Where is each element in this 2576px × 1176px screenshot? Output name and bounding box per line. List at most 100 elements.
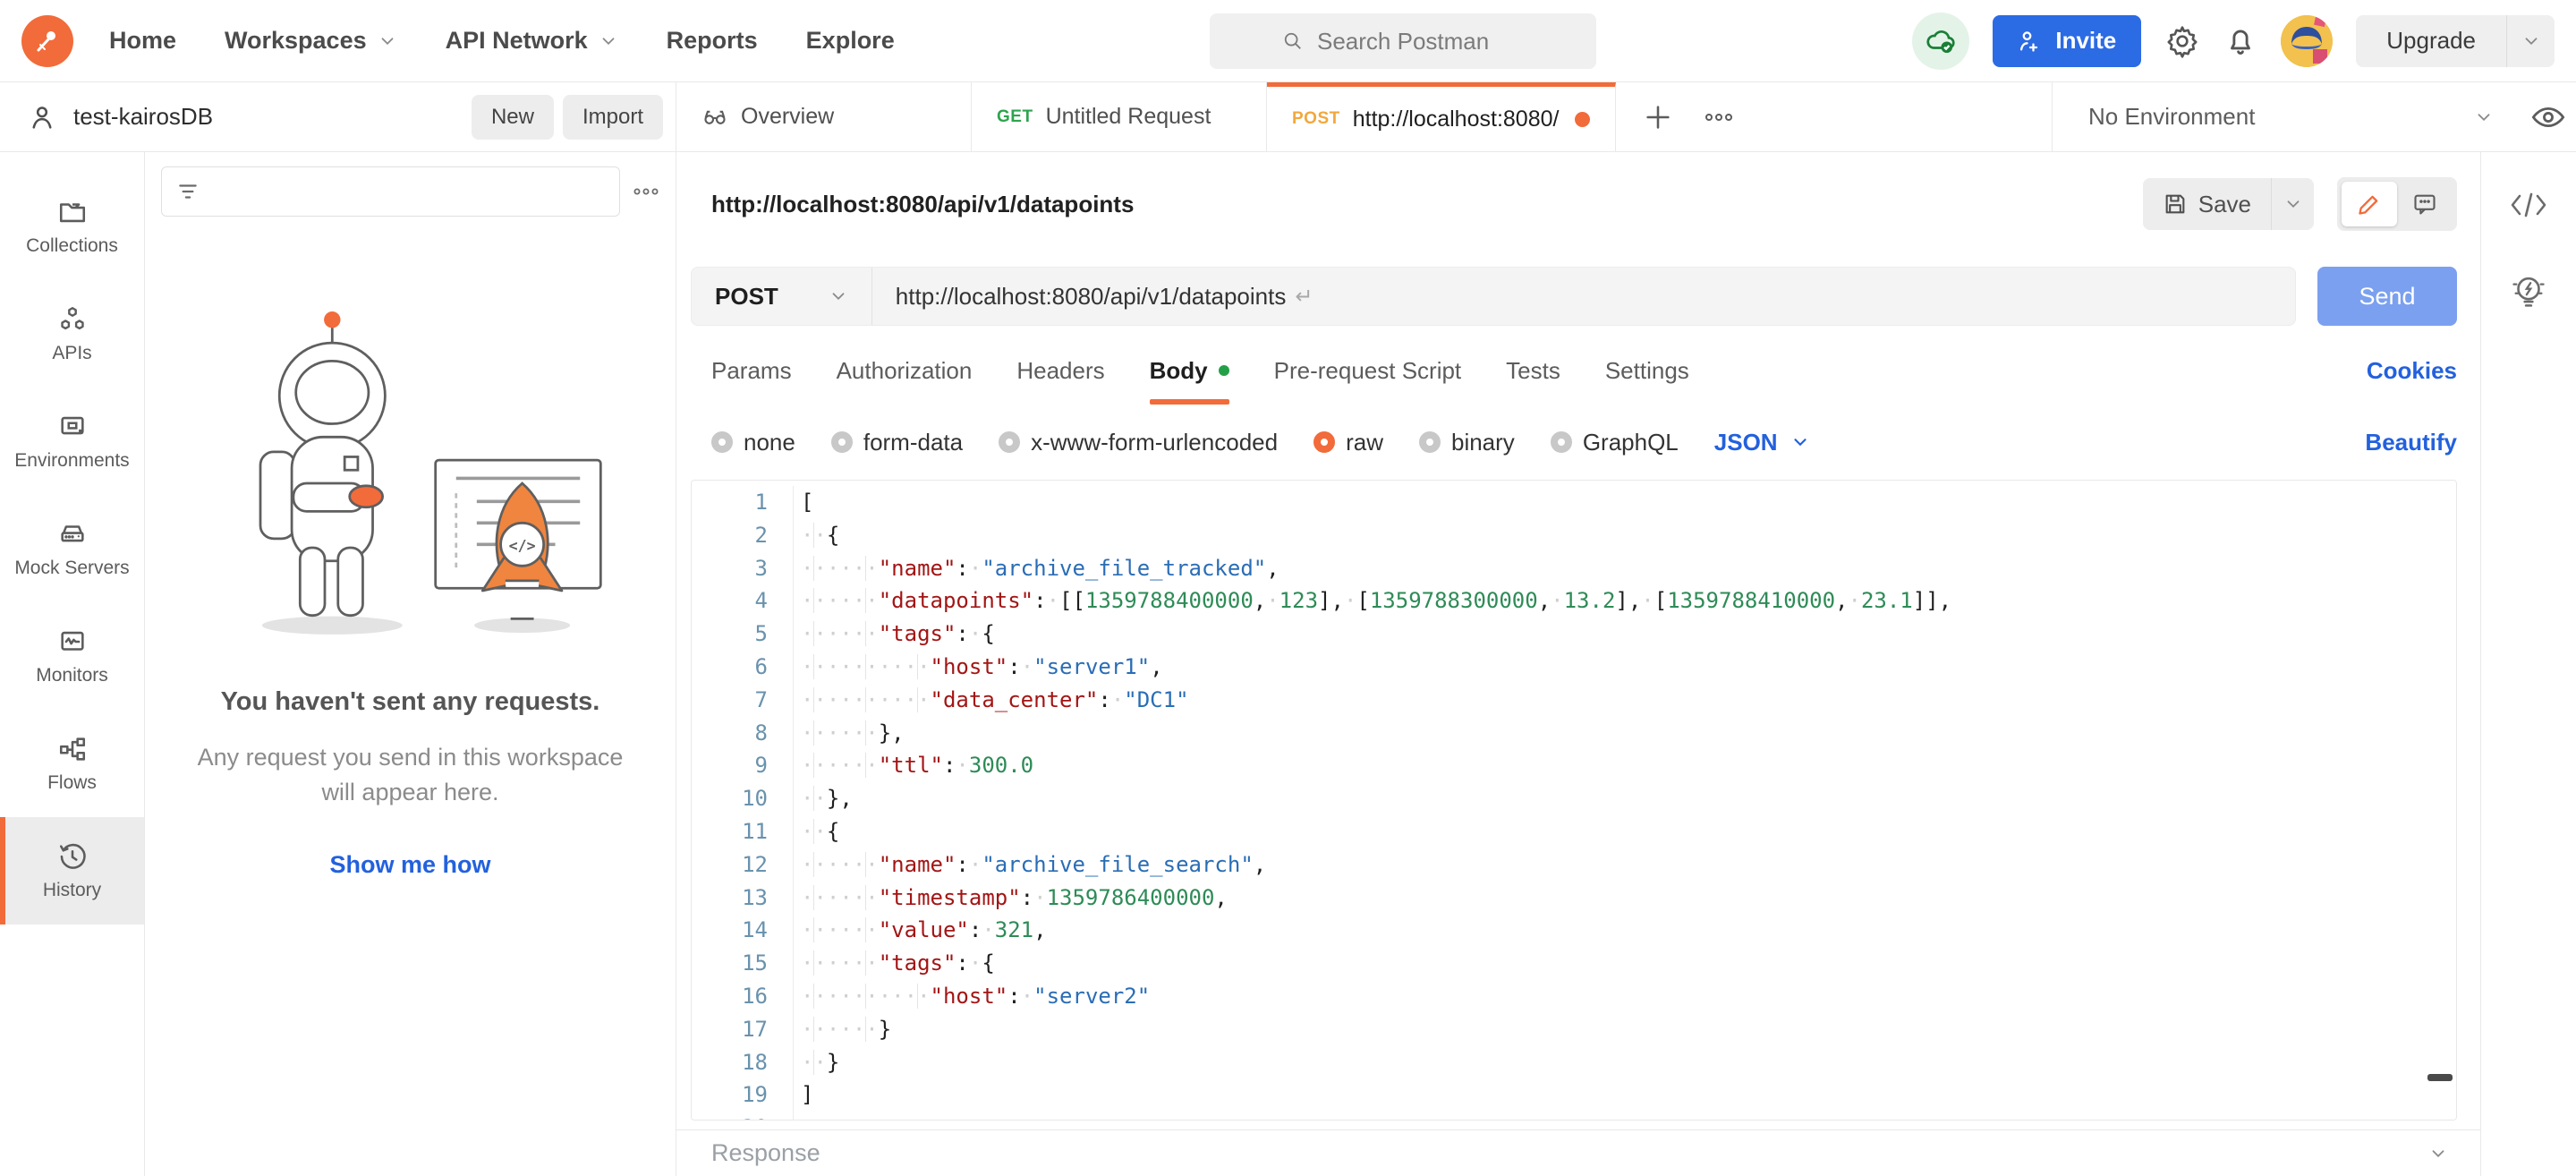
sidebar-item-monitors[interactable]: Monitors — [0, 602, 144, 710]
nav-api-network[interactable]: API Network — [446, 27, 618, 55]
history-options-icon[interactable] — [633, 186, 659, 197]
code-line[interactable]: ··{ — [801, 815, 2456, 848]
add-tab-button[interactable] — [1643, 102, 1673, 132]
code-line[interactable]: ··}, — [801, 782, 2456, 815]
nav-home[interactable]: Home — [109, 27, 176, 55]
nav-workspaces[interactable]: Workspaces — [225, 27, 397, 55]
comment-icon — [2412, 192, 2437, 217]
code-line[interactable]: ······"timestamp":·1359786400000, — [801, 882, 2456, 915]
notifications-bell-icon[interactable] — [2223, 24, 2257, 58]
postman-logo-icon[interactable] — [21, 15, 73, 67]
upgrade-caret-button[interactable] — [2506, 15, 2555, 67]
save-button[interactable]: Save — [2143, 178, 2271, 230]
tab-untitled-request[interactable]: GETUntitled Request — [972, 82, 1267, 151]
new-button[interactable]: New — [472, 95, 554, 140]
beautify-link[interactable]: Beautify — [2365, 429, 2457, 456]
sidebar-item-mock-servers[interactable]: Mock Servers — [0, 495, 144, 602]
url-bar: POST http://localhost:8080/api/v1/datapo… — [691, 267, 2296, 326]
body-type-form-data[interactable]: form-data — [831, 429, 963, 456]
code-line[interactable]: [ — [801, 486, 2456, 519]
req-tab-tests[interactable]: Tests — [1506, 337, 1560, 405]
tab-overview[interactable]: Overview — [676, 82, 972, 151]
code-lines[interactable]: [··{······"name":·"archive_file_tracked"… — [794, 486, 2456, 1120]
req-tab-headers[interactable]: Headers — [1016, 337, 1104, 405]
req-tab-authorization[interactable]: Authorization — [837, 337, 973, 405]
environments-icon — [57, 412, 88, 442]
search-input[interactable] — [1317, 28, 1523, 55]
person-icon — [27, 102, 57, 132]
sync-status-icon[interactable] — [1912, 13, 1969, 70]
req-tab-label: Settings — [1605, 357, 1689, 385]
code-line[interactable]: ······} — [801, 1013, 2456, 1046]
history-filter-input[interactable] — [161, 166, 620, 217]
sidebar-item-apis[interactable]: APIs — [0, 280, 144, 388]
chevron-down-icon — [2283, 194, 2303, 214]
code-line[interactable]: ··········"host":·"server1", — [801, 651, 2456, 684]
code-line[interactable]: ······"tags":·{ — [801, 618, 2456, 651]
body-type-label: none — [744, 429, 795, 456]
radio-icon — [999, 431, 1020, 453]
code-line[interactable]: ······"ttl":·300.0 — [801, 749, 2456, 782]
code-line[interactable]: ······"name":·"archive_file_search", — [801, 848, 2456, 882]
import-button[interactable]: Import — [563, 95, 663, 140]
body-type-graphql[interactable]: GraphQL — [1551, 429, 1679, 456]
req-tab-params[interactable]: Params — [711, 337, 792, 405]
tab-options-icon[interactable] — [1704, 111, 1734, 124]
workspace-name[interactable]: test-kairosDB — [73, 103, 213, 131]
req-tab-body[interactable]: Body — [1150, 337, 1229, 405]
response-section-header[interactable]: Response — [676, 1129, 2480, 1176]
code-line[interactable]: ······}, — [801, 717, 2456, 750]
code-line[interactable] — [801, 1112, 2456, 1121]
nav-reports[interactable]: Reports — [667, 27, 758, 55]
req-tab-label: Pre-request Script — [1274, 357, 1462, 385]
invite-button[interactable]: Invite — [1993, 15, 2141, 67]
req-tab-label: Authorization — [837, 357, 973, 385]
url-input[interactable]: http://localhost:8080/api/v1/datapoints — [872, 283, 1287, 311]
code-line[interactable]: ··········"data_center":·"DC1" — [801, 684, 2456, 717]
edit-pencil-button[interactable] — [2342, 182, 2397, 226]
collections-folder-icon — [57, 197, 88, 227]
sidebar-item-collections[interactable]: Collections — [0, 173, 144, 280]
nav-explore[interactable]: Explore — [806, 27, 895, 55]
pencil-icon — [2357, 192, 2382, 217]
body-code-editor[interactable]: 1234567891011121314151617181920 [··{····… — [691, 480, 2457, 1121]
body-type-raw[interactable]: raw — [1314, 429, 1383, 456]
req-tab-settings[interactable]: Settings — [1605, 337, 1689, 405]
body-type-x-www-form-urlencoded[interactable]: x-www-form-urlencoded — [999, 429, 1278, 456]
settings-gear-icon[interactable] — [2164, 23, 2200, 59]
req-tab-pre-request-script[interactable]: Pre-request Script — [1274, 337, 1462, 405]
environment-selector[interactable]: No Environment — [2052, 82, 2529, 151]
save-options-caret[interactable] — [2271, 178, 2314, 230]
body-type-none[interactable]: none — [711, 429, 795, 456]
empty-history-state: </> You haven't sent any requests. Any r… — [161, 294, 659, 879]
editor-scrollbar-thumb[interactable] — [2427, 1074, 2453, 1081]
environment-label: No Environment — [2088, 103, 2255, 131]
sidebar-item-environments[interactable]: Environments — [0, 388, 144, 495]
code-line[interactable]: ······"tags":·{ — [801, 947, 2456, 980]
code-line[interactable]: ] — [801, 1078, 2456, 1112]
method-select[interactable]: POST — [692, 268, 872, 325]
body-type-binary[interactable]: binary — [1419, 429, 1515, 456]
code-line[interactable]: ··········"host":·"server2" — [801, 980, 2456, 1013]
code-snippet-icon[interactable] — [2509, 190, 2548, 220]
format-select[interactable]: JSON — [1714, 429, 1810, 456]
global-search[interactable] — [1210, 13, 1596, 69]
sidebar-item-history[interactable]: History — [0, 817, 144, 925]
code-line[interactable]: ··} — [801, 1046, 2456, 1079]
cookies-link[interactable]: Cookies — [2367, 357, 2457, 385]
lightbulb-icon[interactable] — [2510, 272, 2547, 313]
upgrade-button[interactable]: Upgrade — [2356, 15, 2506, 67]
code-line[interactable]: ······"value":·321, — [801, 914, 2456, 947]
sidebar-item-flows[interactable]: Flows — [0, 710, 144, 817]
environment-quick-look-eye-icon[interactable] — [2529, 82, 2567, 151]
code-line[interactable]: ······"name":·"archive_file_tracked", — [801, 552, 2456, 585]
show-me-how-link[interactable]: Show me how — [329, 851, 490, 879]
user-avatar[interactable] — [2281, 15, 2333, 67]
req-tab-label: Params — [711, 357, 792, 385]
code-line[interactable]: ······"datapoints":·[[1359788400000,·123… — [801, 584, 2456, 618]
send-button[interactable]: Send — [2317, 267, 2457, 326]
tab-post-localhost[interactable]: POSThttp://localhost:8080/ — [1267, 82, 1616, 151]
code-line[interactable]: ··{ — [801, 519, 2456, 552]
comment-button[interactable] — [2397, 182, 2453, 226]
sidebar-item-label: Flows — [47, 772, 97, 794]
